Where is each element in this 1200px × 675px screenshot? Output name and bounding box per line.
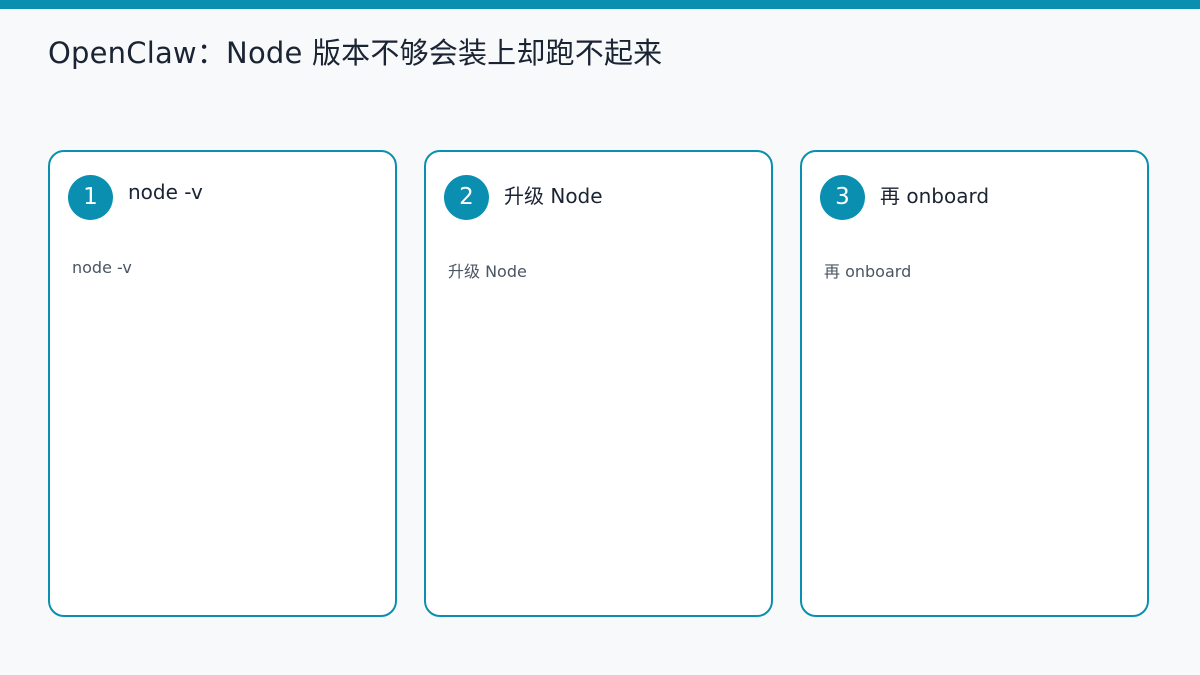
top-accent-bar: [0, 0, 1200, 9]
step-card-3: 3 再 onboard 再 onboard: [800, 150, 1149, 617]
step-card-1: 1 node -v node -v: [48, 150, 397, 617]
step-title: node -v: [128, 180, 203, 204]
step-description: 再 onboard: [824, 262, 912, 281]
slide-title: OpenClaw：Node 版本不够会装上却跑不起来: [48, 36, 663, 70]
step-title: 升级 Node: [504, 184, 603, 208]
step-description: 升级 Node: [448, 262, 527, 281]
step-title: 再 onboard: [880, 184, 990, 208]
step-number-badge: 3: [820, 175, 865, 220]
step-description: node -v: [72, 258, 132, 277]
step-cards: 1 node -v node -v 2 升级 Node 升级 Node 3 再 …: [48, 150, 1153, 621]
step-number-badge: 1: [68, 175, 113, 220]
step-number-badge: 2: [444, 175, 489, 220]
step-card-2: 2 升级 Node 升级 Node: [424, 150, 773, 617]
